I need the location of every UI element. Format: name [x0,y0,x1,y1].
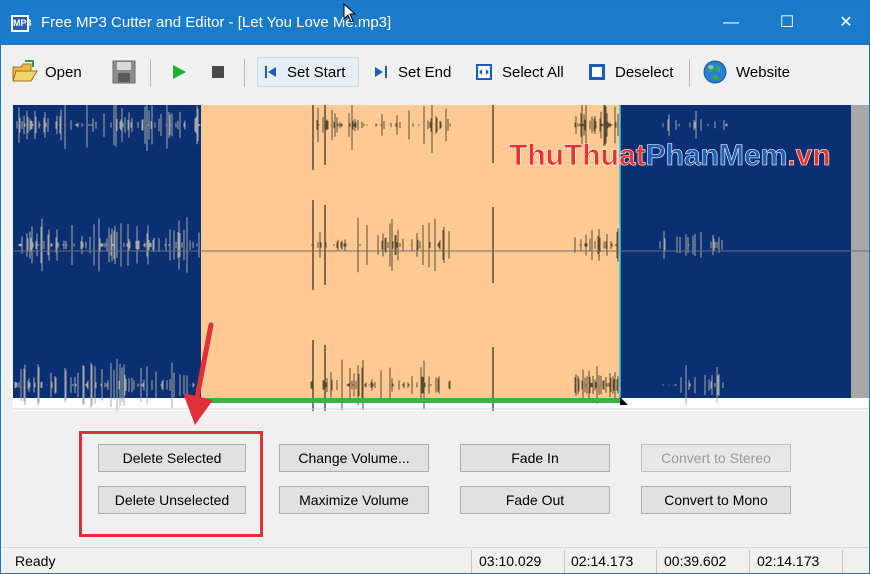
play-button[interactable] [169,57,189,87]
annotation-highlight-box [79,431,263,537]
open-folder-icon [12,60,38,82]
status-selection-length: 00:39.602 [664,553,727,569]
minimize-button[interactable]: — [708,1,754,45]
website-label: Website [736,63,790,81]
status-divider [842,550,843,573]
deselect-label: Deselect [615,63,674,81]
status-total-length: 03:10.029 [479,553,542,569]
toolbar-separator [689,59,690,87]
convert-to-stereo-button[interactable]: Convert to Stereo [641,444,791,472]
title-bar[interactable]: MP3 Free MP3 Cutter and Editor - [Let Yo… [1,1,869,45]
save-disk-icon [112,60,136,84]
status-divider [656,550,657,573]
select-all-label: Select All [502,63,564,81]
status-selection-start: 02:14.173 [571,553,634,569]
mouse-cursor-icon [343,3,357,23]
select-all-button[interactable]: Select All [475,57,564,87]
toolbar: Open Set Start Set End Select All Desele… [1,45,869,107]
change-volume-button[interactable]: Change Volume... [279,444,429,472]
stop-button[interactable] [209,57,227,87]
set-end-label: Set End [398,63,452,81]
fade-in-button[interactable]: Fade In [460,444,610,472]
maximize-button[interactable]: ☐ [764,1,810,45]
watermark-text: ThuThuatPhanMem.vn [509,139,831,172]
set-end-icon [375,66,387,78]
status-cursor-position: 02:14.173 [757,553,820,569]
set-start-label: Set Start [287,63,346,81]
set-start-icon [265,66,276,78]
deselect-button[interactable]: Deselect [588,57,673,87]
status-divider [749,550,750,573]
status-divider [564,550,565,573]
maximize-volume-button[interactable]: Maximize Volume [279,486,429,514]
deselect-icon [589,64,605,80]
window-title: Free MP3 Cutter and Editor - [Let You Lo… [41,14,392,31]
status-bar: Ready 03:10.029 02:14.173 00:39.602 02:1… [1,547,869,573]
select-all-icon [476,64,492,80]
set-start-button[interactable]: Set Start [257,57,359,87]
close-button[interactable]: ✕ [823,1,869,45]
waveform-view[interactable]: ThuThuatPhanMem.vn [13,105,869,411]
convert-to-mono-button[interactable]: Convert to Mono [641,486,791,514]
stop-icon [212,66,224,78]
globe-icon [703,60,727,84]
left-border-strip [1,105,13,547]
play-icon [173,65,186,79]
annotation-arrow-icon [183,322,214,425]
waveform-canvas[interactable]: ThuThuatPhanMem.vn [13,105,869,411]
toolbar-separator [244,59,245,87]
website-button[interactable]: Website [702,57,790,87]
status-divider [471,550,472,573]
app-window: MP3 Free MP3 Cutter and Editor - [Let Yo… [0,0,870,574]
toolbar-separator [150,59,151,87]
open-button[interactable]: Open [11,57,82,87]
fade-out-button[interactable]: Fade Out [460,486,610,514]
status-state: Ready [15,553,56,569]
open-label: Open [45,63,82,81]
save-button[interactable] [111,57,137,87]
set-end-button[interactable]: Set End [373,57,451,87]
selection-progress-bar [201,398,620,403]
mp3-app-icon: MP3 [11,15,32,32]
